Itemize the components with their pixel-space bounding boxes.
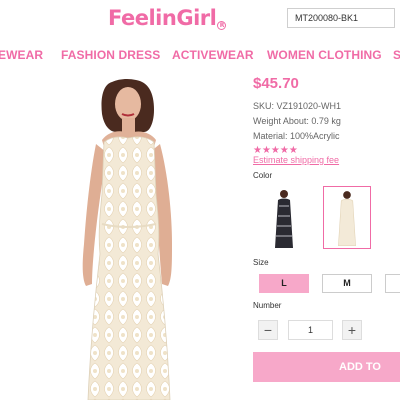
number-label: Number bbox=[253, 301, 282, 310]
search-input[interactable] bbox=[287, 8, 395, 28]
nav-item-more[interactable]: S bbox=[393, 48, 400, 62]
quantity-decrease-button[interactable]: − bbox=[258, 320, 278, 340]
size-label: Size bbox=[253, 258, 269, 267]
shopping-bag-icon bbox=[0, 0, 12, 14]
estimate-shipping-link[interactable]: Estimate shipping fee bbox=[253, 155, 339, 165]
nav-item-activewear[interactable]: ACTIVEWEAR bbox=[172, 48, 254, 62]
color-swatch-black-pattern[interactable] bbox=[260, 186, 308, 249]
registered-mark-icon: R bbox=[217, 21, 227, 30]
color-label: Color bbox=[253, 171, 273, 180]
add-to-cart-button[interactable]: ADD TO bbox=[253, 352, 400, 382]
size-option-l[interactable]: L bbox=[259, 274, 309, 293]
main-nav: EWEAR FASHION DRESS ACTIVEWEAR WOMEN CLO… bbox=[0, 44, 400, 68]
quantity-input[interactable] bbox=[288, 320, 333, 340]
nav-item-swimwear[interactable]: EWEAR bbox=[0, 48, 43, 62]
size-option-m[interactable]: M bbox=[322, 274, 372, 293]
product-material: Material: 100%Acrylic bbox=[253, 131, 340, 141]
nav-item-women-clothing[interactable]: WOMEN CLOTHING bbox=[267, 48, 382, 62]
nav-item-fashion-dress[interactable]: FASHION DRESS bbox=[61, 48, 160, 62]
product-sku: SKU: VZ191020-WH1 bbox=[253, 101, 342, 111]
logo-text: FeelinGirl bbox=[108, 6, 217, 30]
site-logo[interactable]: FeelinGirl R bbox=[108, 6, 227, 30]
product-price: $45.70 bbox=[253, 75, 299, 92]
product-image[interactable] bbox=[60, 74, 200, 400]
quantity-increase-button[interactable]: + bbox=[342, 320, 362, 340]
add-to-cart-label: ADD TO bbox=[339, 361, 381, 373]
size-option-next[interactable] bbox=[385, 274, 400, 293]
color-swatch-white[interactable] bbox=[323, 186, 371, 249]
product-weight: Weight About: 0.79 kg bbox=[253, 116, 341, 126]
